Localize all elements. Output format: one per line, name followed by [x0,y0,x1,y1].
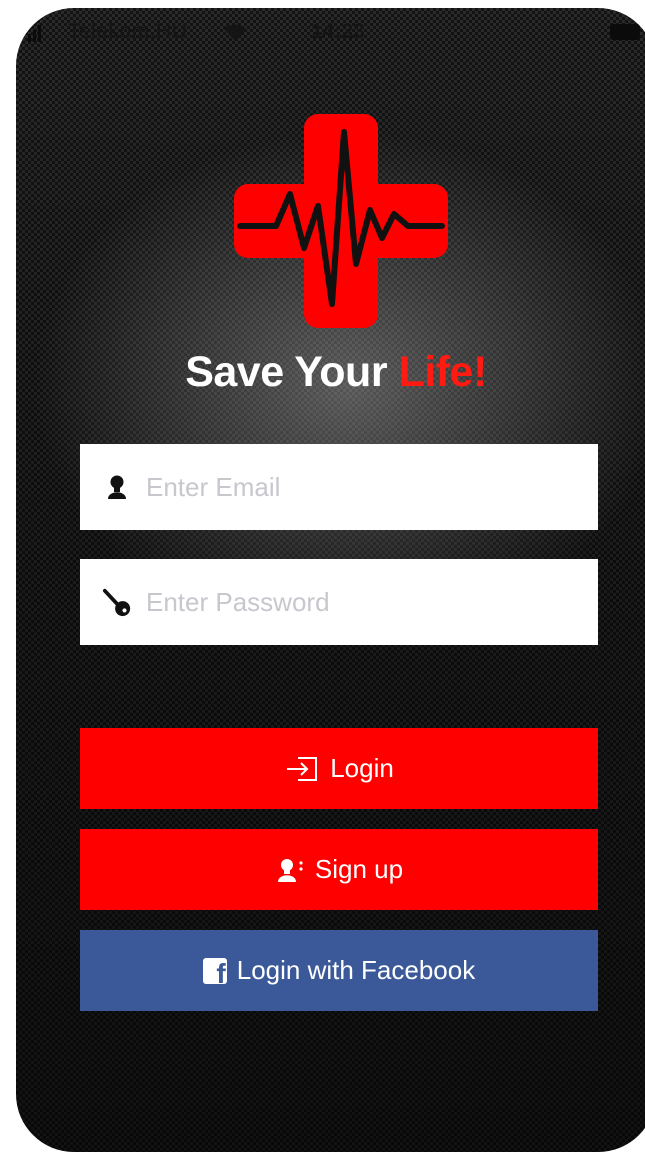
wifi-icon [224,24,246,41]
status-bar: Telekom.HU 14:23 [16,8,645,54]
user-icon [102,472,132,502]
facebook-login-label: Login with Facebook [236,955,476,985]
status-time: 14:23 [311,20,365,43]
email-input[interactable] [146,471,586,503]
app-title: Save Your Life! [16,348,645,397]
password-field[interactable] [80,559,598,645]
login-button[interactable]: Login [80,728,598,809]
app-screen: Telekom.HU 14:23 Save Your Life! Enter E… [16,8,645,1152]
carrier-name: Telekom.HU [68,20,188,43]
app-title-accent: Life! [398,348,488,396]
key-icon [102,587,132,617]
facebook-icon: f [202,957,227,984]
signup-button-label: Sign up [314,854,404,884]
login-button-label: Login [330,753,394,783]
add-user-icon [275,857,305,883]
signal-icon [28,24,42,42]
app-title-main: Save Your [185,348,399,396]
email-field[interactable] [80,444,598,530]
password-input[interactable] [146,586,586,618]
battery-icon [610,24,640,40]
signup-button[interactable]: Sign up [80,829,598,910]
sign-in-icon [284,755,320,783]
facebook-login-button[interactable]: f Login with Facebook [80,930,598,1011]
medical-cross-heartbeat-icon [234,114,448,328]
